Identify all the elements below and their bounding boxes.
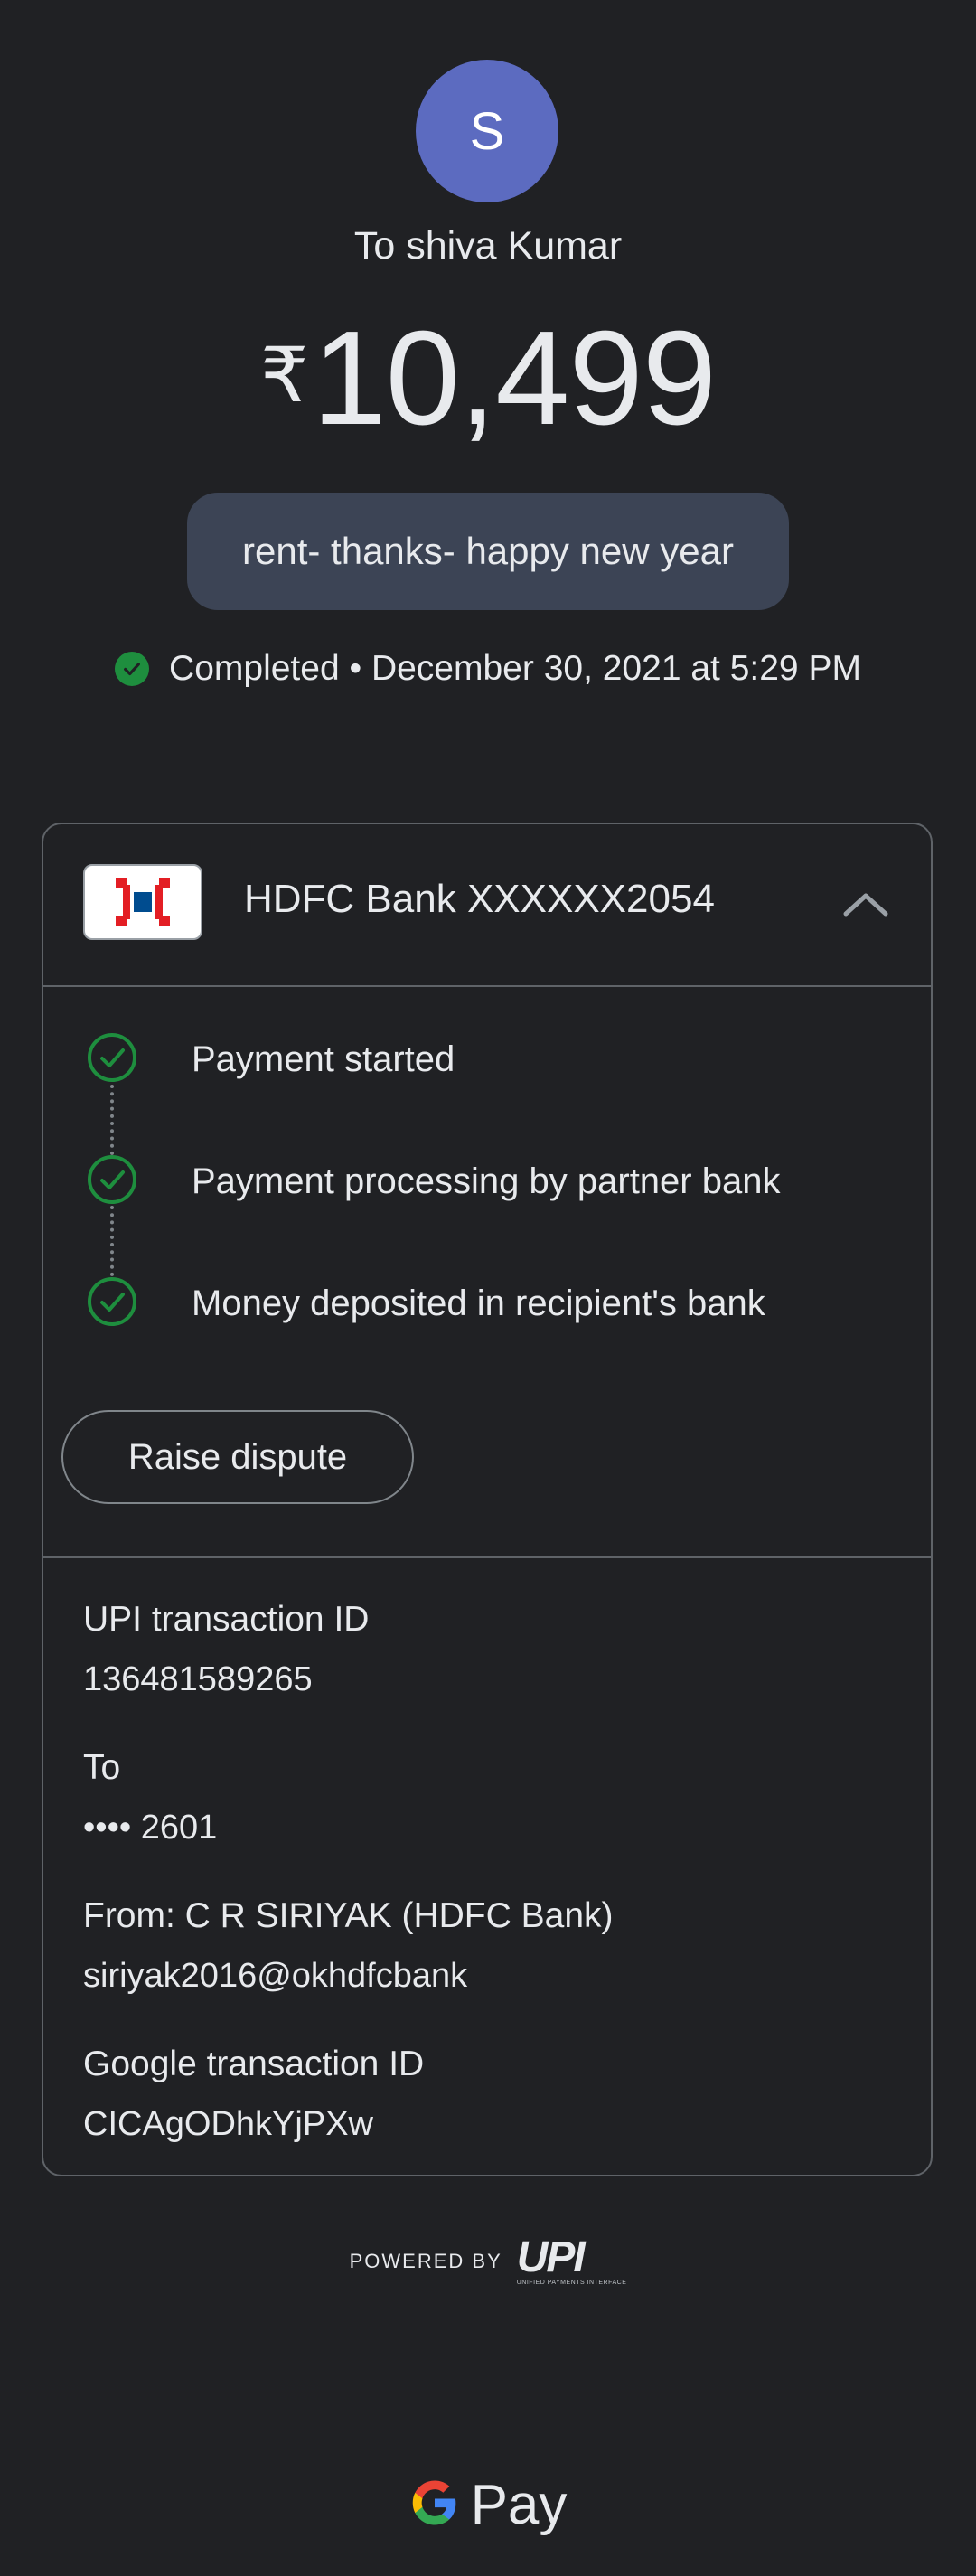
timeline-step-label: Payment started xyxy=(192,1039,455,1079)
recipient-avatar: S xyxy=(416,60,558,202)
currency-symbol: ₹ xyxy=(259,333,309,418)
detail-value: •••• 2601 xyxy=(83,1809,218,1847)
completed-check-icon xyxy=(115,652,150,686)
payment-timeline: Payment started Payment processing by pa… xyxy=(43,987,931,1439)
upi-transaction-id: UPI transaction ID 136481589265 xyxy=(83,1593,896,1706)
detail-value[interactable]: 136481589265 xyxy=(83,1652,896,1706)
upi-logo-text: UPI xyxy=(516,2233,586,2281)
status-text: Completed • December 30, 2021 at 5:29 PM xyxy=(169,649,861,688)
upi-logo-subtitle: UNIFIED PAYMENTS INTERFACE xyxy=(516,2280,627,2286)
timeline-step: Money deposited in recipient's bank xyxy=(85,1276,765,1330)
avatar-initial: S xyxy=(469,101,505,161)
timeline-step-label: Payment processing by partner bank xyxy=(192,1161,781,1201)
detail-value[interactable]: CICAgODhkYjPXw xyxy=(83,2097,896,2151)
google-transaction-id: Google transaction ID CICAgODhkYjPXw xyxy=(83,2037,896,2151)
detail-label: From: C R SIRIYAK (HDFC Bank) xyxy=(83,1896,614,1935)
timeline-step-label: Money deposited in recipient's bank xyxy=(192,1283,765,1323)
detail-label: UPI transaction ID xyxy=(83,1600,370,1639)
to-account: To •••• 2601 xyxy=(83,1741,896,1855)
google-g-icon xyxy=(409,2477,460,2533)
payment-status: Completed • December 30, 2021 at 5:29 PM xyxy=(0,649,976,689)
section-divider xyxy=(43,1556,931,1558)
check-circle-icon xyxy=(85,1274,139,1333)
raise-dispute-button[interactable]: Raise dispute xyxy=(61,1410,414,1504)
detail-value[interactable]: siriyak2016@okhdfcbank xyxy=(83,1949,896,2003)
timeline-connector xyxy=(110,1206,114,1276)
detail-label: Google transaction ID xyxy=(83,2045,425,2083)
timeline-step: Payment processing by partner bank xyxy=(85,1154,780,1208)
bank-account-row[interactable]: HDFC Bank XXXXXX2054 xyxy=(43,824,931,987)
powered-by-upi: POWERED BY UPI UNIFIED PAYMENTS INTERFAC… xyxy=(0,2233,976,2287)
amount-value: 10,499 xyxy=(312,304,717,453)
payment-note: rent- thanks- happy new year xyxy=(187,493,789,610)
google-pay-logo: Pay xyxy=(0,2473,976,2537)
transaction-card: HDFC Bank XXXXXX2054 Payment started Pay… xyxy=(42,823,933,2176)
detail-label: To xyxy=(83,1748,121,1787)
timeline-step: Payment started xyxy=(85,1032,455,1086)
transaction-details: UPI transaction ID 136481589265 To •••• … xyxy=(83,1593,896,2186)
hdfc-logo-icon xyxy=(83,864,202,940)
bank-account-name: HDFC Bank XXXXXX2054 xyxy=(244,877,715,921)
chevron-up-icon[interactable] xyxy=(839,877,893,931)
powered-by-label: POWERED BY xyxy=(349,2249,502,2272)
upi-logo-icon: UPI UNIFIED PAYMENTS INTERFACE xyxy=(516,2233,627,2287)
pay-wordmark: Pay xyxy=(470,2474,568,2536)
from-account: From: C R SIRIYAK (HDFC Bank) siriyak201… xyxy=(83,1889,896,2003)
amount-display: ₹ 10,499 xyxy=(0,312,976,446)
check-circle-icon xyxy=(85,1152,139,1211)
timeline-connector xyxy=(110,1085,114,1155)
check-circle-icon xyxy=(85,1030,139,1089)
recipient-name: To shiva Kumar xyxy=(353,224,623,268)
